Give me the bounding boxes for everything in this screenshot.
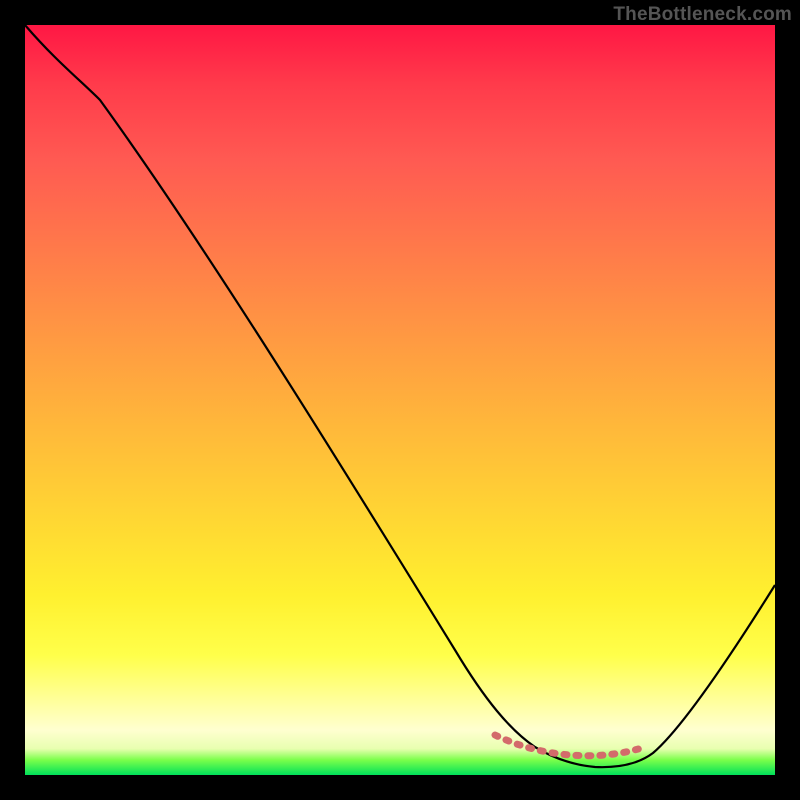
- chart-svg: [25, 25, 775, 775]
- bottleneck-curve: [25, 25, 775, 767]
- attribution-label: TheBottleneck.com: [613, 4, 792, 26]
- chart-frame: TheBottleneck.com: [0, 0, 800, 800]
- bottom-indicator: [495, 735, 645, 756]
- gradient-plot-area: [25, 25, 775, 775]
